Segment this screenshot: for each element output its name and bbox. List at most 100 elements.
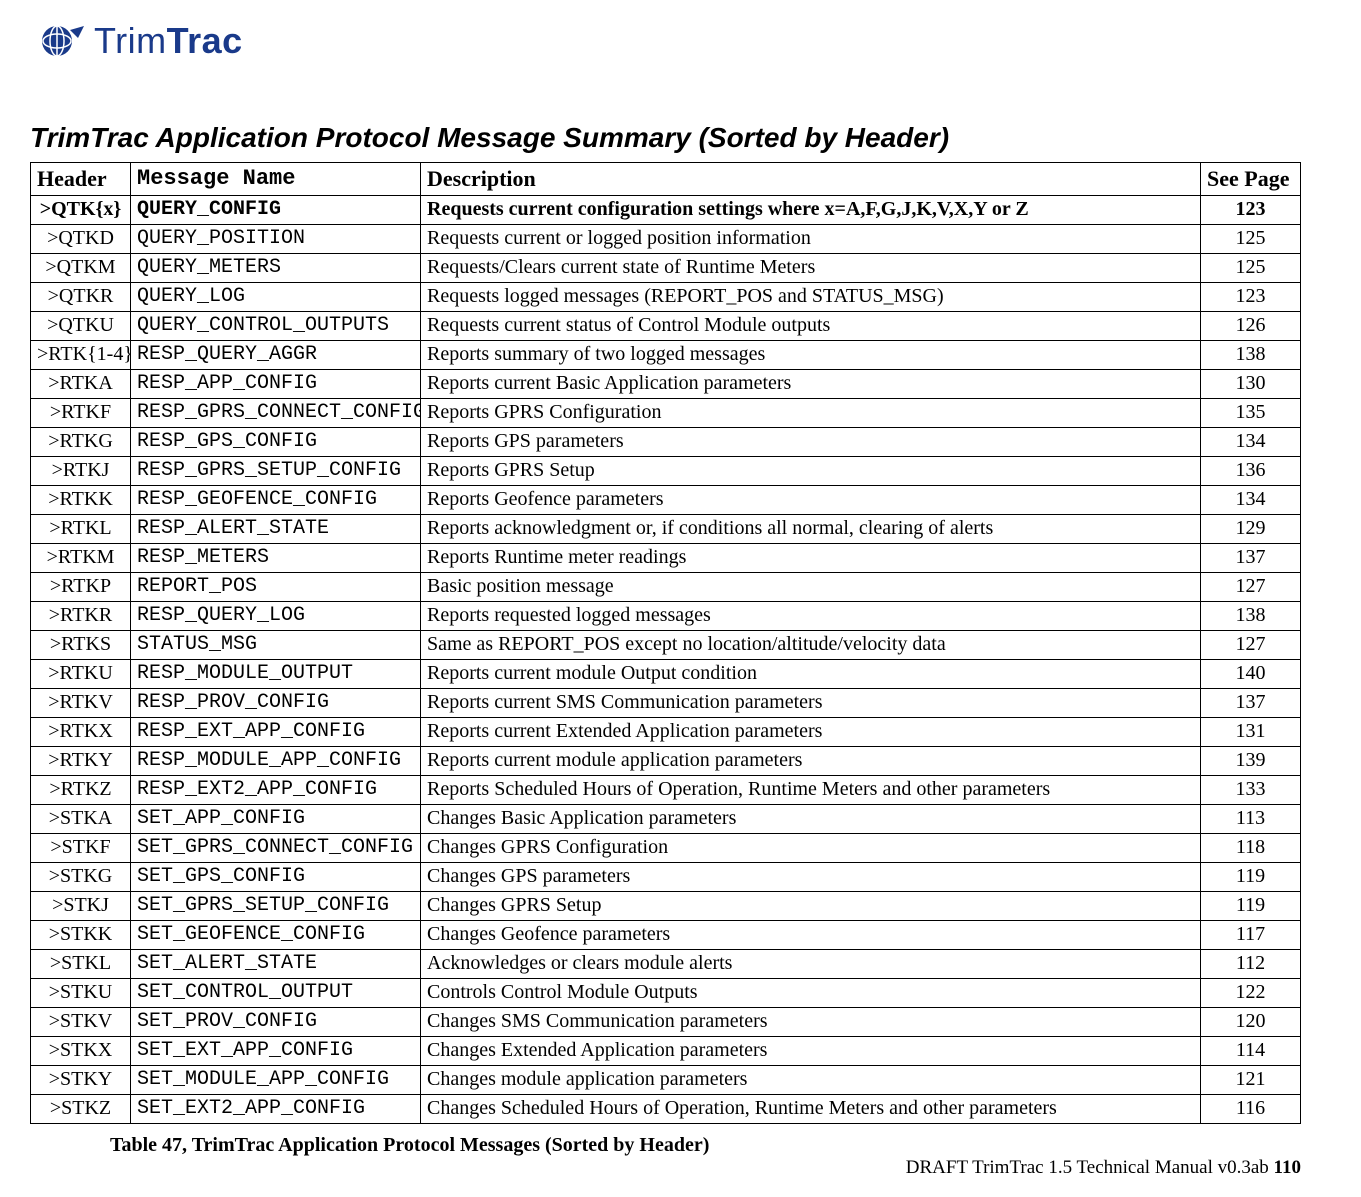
table-caption: Table 47, TrimTrac Application Protocol … — [110, 1134, 1301, 1157]
cell-description: Reports current SMS Communication parame… — [421, 688, 1201, 717]
cell-description: Reports GPRS Configuration — [421, 398, 1201, 427]
cell-description: Requests current configuration settings … — [421, 195, 1201, 224]
cell-message-name: RESP_QUERY_AGGR — [131, 340, 421, 369]
cell-header: >RTK{1-4} — [31, 340, 131, 369]
cell-see-page: 139 — [1201, 746, 1301, 775]
cell-see-page: 127 — [1201, 572, 1301, 601]
footer-text: DRAFT TrimTrac 1.5 Technical Manual v0.3… — [906, 1157, 1274, 1178]
cell-message-name: RESP_GPRS_SETUP_CONFIG — [131, 456, 421, 485]
cell-see-page: 126 — [1201, 311, 1301, 340]
cell-message-name: QUERY_POSITION — [131, 224, 421, 253]
brand-name-part1: Trim — [94, 20, 167, 61]
cell-message-name: SET_EXT_APP_CONFIG — [131, 1036, 421, 1065]
cell-description: Changes Geofence parameters — [421, 920, 1201, 949]
cell-header: >STKZ — [31, 1094, 131, 1123]
cell-description: Changes module application parameters — [421, 1065, 1201, 1094]
col-header-description: Description — [421, 163, 1201, 196]
cell-header: >RTKV — [31, 688, 131, 717]
cell-see-page: 137 — [1201, 688, 1301, 717]
cell-message-name: SET_GPRS_CONNECT_CONFIG — [131, 833, 421, 862]
table-row: >RTKSSTATUS_MSGSame as REPORT_POS except… — [31, 630, 1301, 659]
table-row: >STKGSET_GPS_CONFIGChanges GPS parameter… — [31, 862, 1301, 891]
cell-see-page: 127 — [1201, 630, 1301, 659]
table-row: >RTKFRESP_GPRS_CONNECT_CONFIGReports GPR… — [31, 398, 1301, 427]
cell-message-name: RESP_GEOFENCE_CONFIG — [131, 485, 421, 514]
cell-header: >RTKM — [31, 543, 131, 572]
cell-description: Reports summary of two logged messages — [421, 340, 1201, 369]
cell-see-page: 121 — [1201, 1065, 1301, 1094]
col-header-message-name: Message Name — [131, 163, 421, 196]
cell-message-name: RESP_EXT_APP_CONFIG — [131, 717, 421, 746]
col-header-header: Header — [31, 163, 131, 196]
cell-description: Controls Control Module Outputs — [421, 978, 1201, 1007]
table-row: >STKLSET_ALERT_STATEAcknowledges or clea… — [31, 949, 1301, 978]
cell-see-page: 135 — [1201, 398, 1301, 427]
cell-see-page: 113 — [1201, 804, 1301, 833]
cell-see-page: 120 — [1201, 1007, 1301, 1036]
table-row: >RTKYRESP_MODULE_APP_CONFIGReports curre… — [31, 746, 1301, 775]
cell-message-name: RESP_APP_CONFIG — [131, 369, 421, 398]
table-row: >RTKJRESP_GPRS_SETUP_CONFIGReports GPRS … — [31, 456, 1301, 485]
cell-header: >RTKJ — [31, 456, 131, 485]
cell-message-name: SET_APP_CONFIG — [131, 804, 421, 833]
cell-description: Changes GPRS Setup — [421, 891, 1201, 920]
table-header-row: Header Message Name Description See Page — [31, 163, 1301, 196]
cell-description: Requests current or logged position info… — [421, 224, 1201, 253]
page-title: TrimTrac Application Protocol Message Su… — [30, 122, 1301, 154]
cell-description: Reports acknowledgment or, if conditions… — [421, 514, 1201, 543]
cell-header: >RTKF — [31, 398, 131, 427]
protocol-table: Header Message Name Description See Page… — [30, 162, 1301, 1124]
cell-header: >QTKD — [31, 224, 131, 253]
cell-header: >QTKM — [31, 253, 131, 282]
cell-header: >RTKZ — [31, 775, 131, 804]
table-row: >RTKXRESP_EXT_APP_CONFIGReports current … — [31, 717, 1301, 746]
cell-description: Changes Extended Application parameters — [421, 1036, 1201, 1065]
table-row: >STKKSET_GEOFENCE_CONFIGChanges Geofence… — [31, 920, 1301, 949]
cell-message-name: RESP_MODULE_OUTPUT — [131, 659, 421, 688]
cell-header: >RTKR — [31, 601, 131, 630]
cell-message-name: SET_MODULE_APP_CONFIG — [131, 1065, 421, 1094]
cell-see-page: 137 — [1201, 543, 1301, 572]
table-row: >STKYSET_MODULE_APP_CONFIGChanges module… — [31, 1065, 1301, 1094]
cell-message-name: QUERY_METERS — [131, 253, 421, 282]
cell-description: Reports current module application param… — [421, 746, 1201, 775]
cell-see-page: 119 — [1201, 862, 1301, 891]
cell-see-page: 140 — [1201, 659, 1301, 688]
cell-message-name: RESP_GPS_CONFIG — [131, 427, 421, 456]
cell-see-page: 136 — [1201, 456, 1301, 485]
brand-logo: TrimTrac — [40, 20, 1301, 62]
cell-header: >RTKL — [31, 514, 131, 543]
cell-description: Requests logged messages (REPORT_POS and… — [421, 282, 1201, 311]
table-row: >RTKRRESP_QUERY_LOGReports requested log… — [31, 601, 1301, 630]
cell-header: >QTKR — [31, 282, 131, 311]
cell-header: >STKA — [31, 804, 131, 833]
table-row: >RTK{1-4}RESP_QUERY_AGGRReports summary … — [31, 340, 1301, 369]
table-row: >STKJSET_GPRS_SETUP_CONFIGChanges GPRS S… — [31, 891, 1301, 920]
table-row: >RTKZRESP_EXT2_APP_CONFIGReports Schedul… — [31, 775, 1301, 804]
cell-message-name: SET_CONTROL_OUTPUT — [131, 978, 421, 1007]
cell-message-name: STATUS_MSG — [131, 630, 421, 659]
cell-description: Reports Runtime meter readings — [421, 543, 1201, 572]
table-row: >RTKVRESP_PROV_CONFIGReports current SMS… — [31, 688, 1301, 717]
cell-message-name: RESP_GPRS_CONNECT_CONFIG — [131, 398, 421, 427]
cell-see-page: 129 — [1201, 514, 1301, 543]
cell-message-name: SET_PROV_CONFIG — [131, 1007, 421, 1036]
cell-see-page: 119 — [1201, 891, 1301, 920]
cell-message-name: QUERY_CONTROL_OUTPUTS — [131, 311, 421, 340]
cell-description: Changes GPS parameters — [421, 862, 1201, 891]
cell-message-name: SET_GPRS_SETUP_CONFIG — [131, 891, 421, 920]
cell-see-page: 133 — [1201, 775, 1301, 804]
cell-see-page: 118 — [1201, 833, 1301, 862]
cell-message-name: RESP_PROV_CONFIG — [131, 688, 421, 717]
table-row: >RTKPREPORT_POSBasic position message127 — [31, 572, 1301, 601]
table-row: >QTKUQUERY_CONTROL_OUTPUTSRequests curre… — [31, 311, 1301, 340]
cell-see-page: 123 — [1201, 195, 1301, 224]
table-row: >STKASET_APP_CONFIGChanges Basic Applica… — [31, 804, 1301, 833]
footer-page-number: 110 — [1274, 1157, 1301, 1178]
cell-message-name: QUERY_CONFIG — [131, 195, 421, 224]
table-row: >QTKRQUERY_LOGRequests logged messages (… — [31, 282, 1301, 311]
table-row: >RTKLRESP_ALERT_STATEReports acknowledgm… — [31, 514, 1301, 543]
table-row: >STKVSET_PROV_CONFIGChanges SMS Communic… — [31, 1007, 1301, 1036]
cell-message-name: QUERY_LOG — [131, 282, 421, 311]
cell-header: >STKJ — [31, 891, 131, 920]
